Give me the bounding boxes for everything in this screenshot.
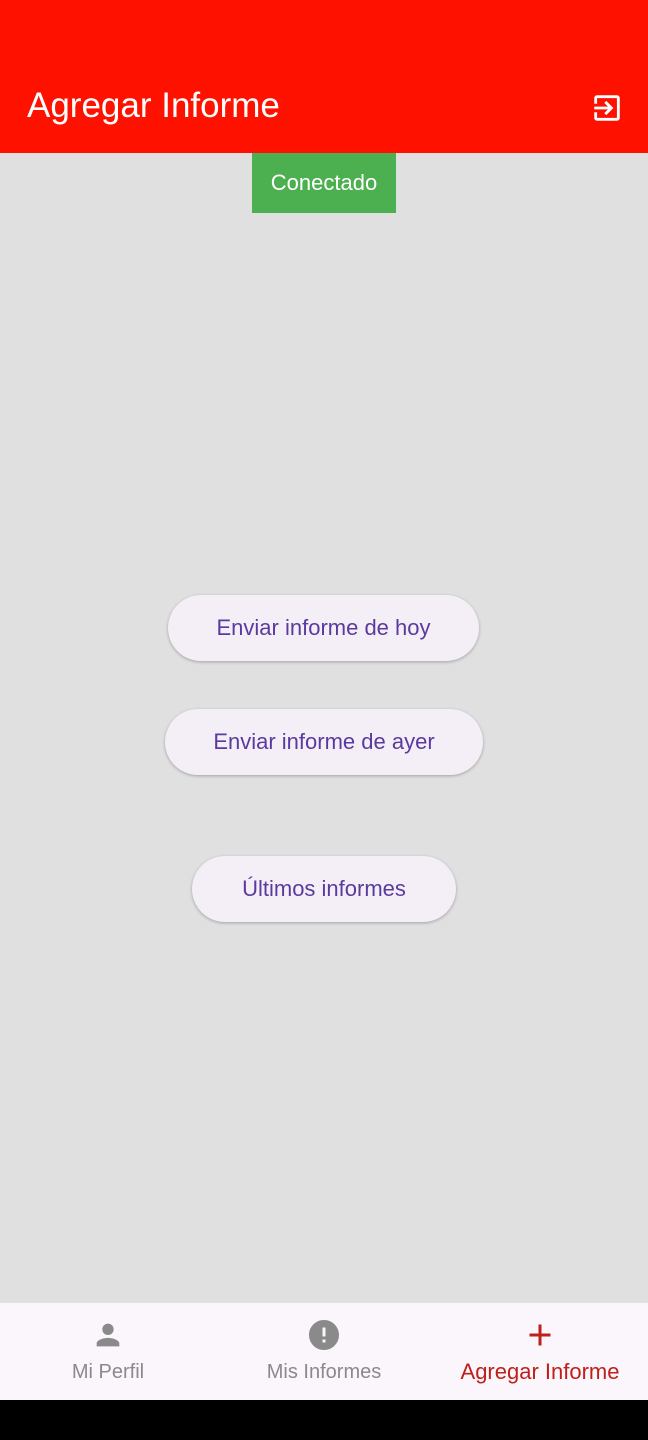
nav-item-agregar-informe[interactable]: Agregar Informe [432, 1303, 648, 1401]
screen: Agregar Informe Conectado Enviar informe… [0, 0, 648, 1440]
send-today-report-button[interactable]: Enviar informe de hoy [168, 595, 479, 661]
app-bar: Agregar Informe [0, 0, 648, 153]
plus-icon [529, 1324, 551, 1346]
nav-item-mi-perfil[interactable]: Mi Perfil [0, 1303, 216, 1401]
send-yesterday-report-button[interactable]: Enviar informe de ayer [165, 709, 483, 775]
exit-to-app-icon [594, 95, 620, 121]
person-icon [96, 1323, 120, 1347]
latest-reports-button[interactable]: Últimos informes [192, 856, 456, 922]
nav-label-mi-perfil: Mi Perfil [71, 1361, 145, 1383]
page-title: Agregar Informe [27, 86, 280, 125]
alert-circle-icon [309, 1320, 339, 1350]
nav-item-mis-informes[interactable]: Mis Informes [216, 1303, 432, 1401]
nav-label-agregar-informe: Agregar Informe [460, 1359, 620, 1384]
connection-status-badge: Conectado [252, 153, 396, 213]
nav-label-mis-informes: Mis Informes [266, 1361, 382, 1383]
logout-button[interactable] [584, 85, 630, 131]
bottom-navigation: Mi Perfil Mis Informes Agregar Informe [0, 1302, 648, 1401]
system-navigation-bar [0, 1400, 648, 1440]
